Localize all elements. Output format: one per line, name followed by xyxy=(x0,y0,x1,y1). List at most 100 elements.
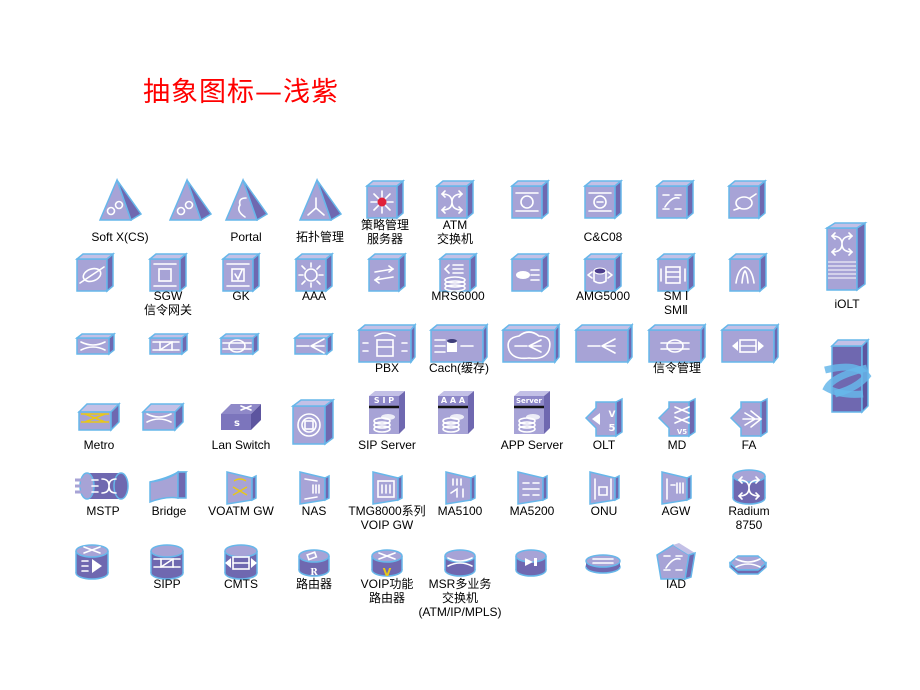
cmts-icon xyxy=(223,543,259,581)
icon-label: GK xyxy=(232,289,250,303)
cyl-pause-icon xyxy=(514,548,548,578)
cube-double-arrows-icon xyxy=(366,252,408,293)
topology-management-icon xyxy=(297,177,343,222)
tmg8000-icon xyxy=(370,470,404,506)
icon-label: MRS6000 xyxy=(431,289,485,303)
icon-label: IAD xyxy=(665,577,687,591)
icon-label: SM Ⅰ SMⅡ xyxy=(663,289,689,317)
svg-text:s: s xyxy=(234,418,240,429)
sgw-icon xyxy=(147,252,189,293)
metro-icon xyxy=(77,402,121,432)
icon-label: Cach(缓存) xyxy=(428,361,490,375)
mstp-icon xyxy=(75,470,131,502)
icon-label: MD xyxy=(667,438,687,452)
cube-curve-arrows-icon xyxy=(654,179,696,220)
svg-text:V5: V5 xyxy=(677,428,687,436)
icon-label: Portal xyxy=(230,230,262,244)
flat-x-icon xyxy=(74,332,117,356)
aaa-server-icon: A A A xyxy=(436,390,476,436)
icon-label: VOIP功能 路由器 xyxy=(360,577,414,605)
signaling-management-icon xyxy=(646,322,707,365)
icon-label: MA5100 xyxy=(437,504,483,518)
svg-text:Server: Server xyxy=(516,397,543,405)
icon-label: C&C08 xyxy=(583,230,623,244)
icon-label: iOLT xyxy=(834,297,860,311)
hexagon-icon xyxy=(728,553,768,577)
lan-switch-icon: s xyxy=(219,402,263,432)
icon-label: AAA xyxy=(301,289,327,303)
icon-label: Lan Switch xyxy=(211,438,271,452)
voip-router-icon: V xyxy=(370,548,404,579)
cache-icon xyxy=(428,322,489,365)
msr-icon xyxy=(443,548,477,578)
soft-x-cs-icon xyxy=(97,177,143,222)
svg-text:V: V xyxy=(609,410,616,420)
cube-oval-lines-icon xyxy=(509,252,551,293)
onu-icon xyxy=(587,470,621,506)
sip-server-icon: S I P xyxy=(367,390,407,436)
ma5200-icon xyxy=(515,470,549,506)
sipp-icon xyxy=(149,543,185,581)
svg-text:5: 5 xyxy=(609,423,616,434)
pyramid-gears-2-icon xyxy=(167,177,213,222)
icon-label: SGW 信令网关 xyxy=(143,289,193,317)
flat-circle-bars-icon xyxy=(218,332,261,356)
page-title: 抽象图标—浅紫 xyxy=(143,77,339,108)
icon-label: OLT xyxy=(592,438,616,452)
cube-loop-arrow-icon xyxy=(726,179,768,220)
icon-label: SIPP xyxy=(153,577,181,591)
ma5100-icon xyxy=(443,470,477,506)
gk-icon xyxy=(220,252,262,293)
flat-x-box-icon xyxy=(147,332,190,356)
icon-label: MSR多业务 交换机 (ATM/IP/MPLS) xyxy=(418,577,502,619)
icon-label: FA xyxy=(741,438,757,452)
icon-label: 策略管理 服务器 xyxy=(360,218,410,246)
cc08-icon xyxy=(582,179,624,220)
slab-switch-icon xyxy=(141,402,185,432)
voatm-gw-icon xyxy=(224,470,258,506)
icon-label: MA5200 xyxy=(509,504,555,518)
icon-label: Metro xyxy=(83,438,115,452)
flat-box-arrows-icon xyxy=(719,322,780,365)
fa-icon xyxy=(729,397,769,438)
cube-oval-arrow-icon xyxy=(74,252,116,293)
flat-fan-big-icon xyxy=(573,322,634,365)
icon-label: VOATM GW xyxy=(208,504,274,518)
iolt-icon xyxy=(824,221,869,292)
mrs6000-icon xyxy=(437,252,479,293)
icon-label: 拓扑管理 xyxy=(295,230,345,244)
svg-text:S I P: S I P xyxy=(374,396,394,405)
agw-icon xyxy=(659,470,693,506)
icon-label: MSTP xyxy=(86,504,120,518)
icon-label: NAS xyxy=(301,504,327,518)
md-icon: V5 xyxy=(657,397,697,438)
icon-label: 路由器 xyxy=(295,577,333,591)
bridge-icon xyxy=(148,470,190,504)
flat-fan-icon xyxy=(292,332,335,356)
icon-label: TMG8000系列 VOIP GW xyxy=(348,504,426,532)
icon-label: 信令管理 xyxy=(652,361,702,375)
tower-wrap-icon xyxy=(822,338,872,414)
icon-label: AMG5000 xyxy=(575,289,631,303)
cube-disc-icon xyxy=(290,398,336,446)
amg5000-icon xyxy=(582,252,624,293)
icon-label: ONU xyxy=(590,504,618,518)
svg-text:A A A: A A A xyxy=(441,396,466,405)
nas-icon xyxy=(297,470,331,506)
olt-icon: V5 xyxy=(584,397,624,438)
icon-label: Soft X(CS) xyxy=(91,230,149,244)
icon-label: ATM 交换机 xyxy=(436,218,474,246)
icon-label: SIP Server xyxy=(358,438,416,452)
cube-circle-arrows-icon xyxy=(509,179,551,220)
app-server-icon: Server xyxy=(512,390,552,436)
icon-label: APP Server xyxy=(500,438,564,452)
cube-up-arrows-icon xyxy=(727,252,769,293)
flat-cloud-fan-icon xyxy=(500,322,561,365)
pbx-icon xyxy=(356,322,417,365)
cyl-flat-icon xyxy=(584,553,622,575)
icon-label: PBX xyxy=(374,361,400,375)
icon-label: AGW xyxy=(661,504,691,518)
radium-8750-icon xyxy=(731,468,767,506)
icon-label: Bridge xyxy=(151,504,187,518)
policy-server-icon xyxy=(364,179,406,220)
